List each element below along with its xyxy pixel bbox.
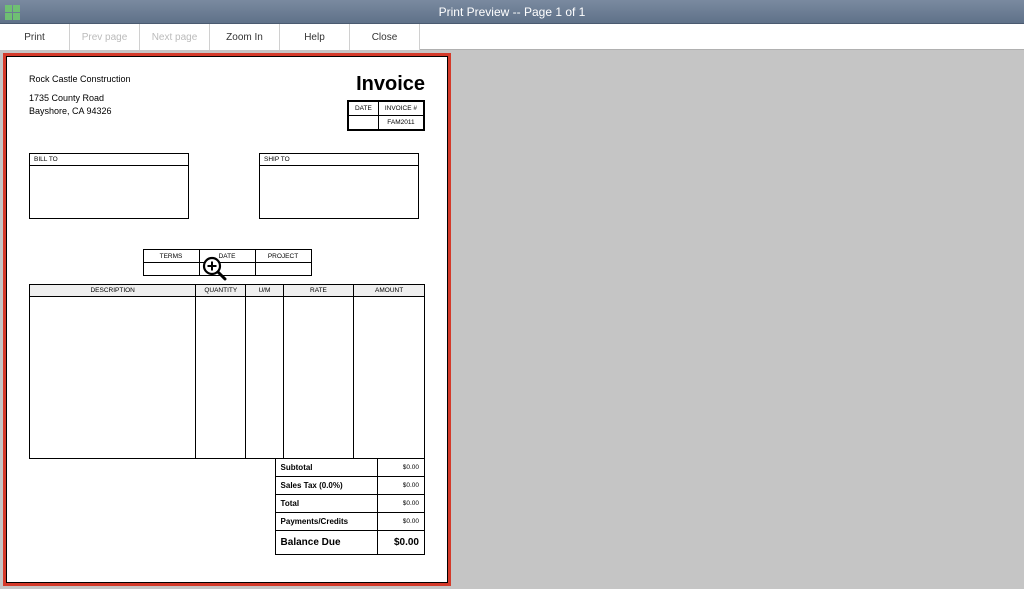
col-amount: AMOUNT — [354, 285, 425, 297]
terms-header: TERMS — [143, 250, 199, 263]
date-value — [348, 116, 378, 130]
balance-due-label: Balance Due — [275, 531, 377, 555]
zoom-in-button[interactable]: Zoom In — [210, 24, 280, 50]
invoice-page: Rock Castle Construction 1735 County Roa… — [6, 56, 448, 583]
payments-value: $0.00 — [378, 513, 425, 531]
total-label: Total — [275, 495, 377, 513]
salestax-label: Sales Tax (0.0%) — [275, 477, 377, 495]
window-title: Print Preview -- Page 1 of 1 — [439, 5, 586, 19]
balance-due-value: $0.00 — [378, 531, 425, 555]
title-bar: Print Preview -- Page 1 of 1 — [0, 0, 1024, 24]
company-addr2: Bayshore, CA 94326 — [29, 105, 131, 118]
totals-table: Subtotal $0.00 Sales Tax (0.0%) $0.00 To… — [275, 458, 425, 555]
help-button[interactable]: Help — [280, 24, 350, 50]
company-name: Rock Castle Construction — [29, 73, 131, 86]
payments-label: Payments/Credits — [275, 513, 377, 531]
preview-area[interactable]: Rock Castle Construction 1735 County Roa… — [0, 50, 1024, 589]
invoice-num-header: INVOICE # — [378, 102, 423, 116]
next-page-button: Next page — [140, 24, 210, 50]
prev-page-button: Prev page — [70, 24, 140, 50]
page-highlight: Rock Castle Construction 1735 County Roa… — [3, 53, 451, 586]
toolbar: Print Prev page Next page Zoom In Help C… — [0, 24, 1024, 50]
table-row — [30, 297, 425, 459]
app-icon — [4, 4, 20, 20]
line-items-table: DESCRIPTION QUANTITY U/M RATE AMOUNT — [29, 284, 425, 459]
invoice-title: Invoice — [347, 73, 425, 96]
ship-to-box: SHIP TO — [259, 153, 419, 219]
company-block: Rock Castle Construction 1735 County Roa… — [29, 73, 131, 118]
total-value: $0.00 — [378, 495, 425, 513]
subtotal-value: $0.00 — [378, 459, 425, 477]
tdp-date-header: DATE — [199, 250, 255, 263]
terms-date-project: TERMS DATE PROJECT — [143, 249, 312, 276]
col-rate: RATE — [283, 285, 354, 297]
col-description: DESCRIPTION — [30, 285, 196, 297]
subtotal-label: Subtotal — [275, 459, 377, 477]
ship-to-label: SHIP TO — [260, 154, 418, 166]
project-header: PROJECT — [255, 250, 311, 263]
col-quantity: QUANTITY — [196, 285, 246, 297]
invoice-meta-box: DATE INVOICE # FAM2011 — [347, 100, 425, 131]
invoice-num-value: FAM2011 — [378, 116, 423, 130]
col-um: U/M — [246, 285, 283, 297]
close-button[interactable]: Close — [350, 24, 420, 50]
bill-to-label: BILL TO — [30, 154, 188, 166]
print-button[interactable]: Print — [0, 24, 70, 50]
date-header: DATE — [348, 102, 378, 116]
company-addr1: 1735 County Road — [29, 92, 131, 105]
salestax-value: $0.00 — [378, 477, 425, 495]
bill-to-box: BILL TO — [29, 153, 189, 219]
